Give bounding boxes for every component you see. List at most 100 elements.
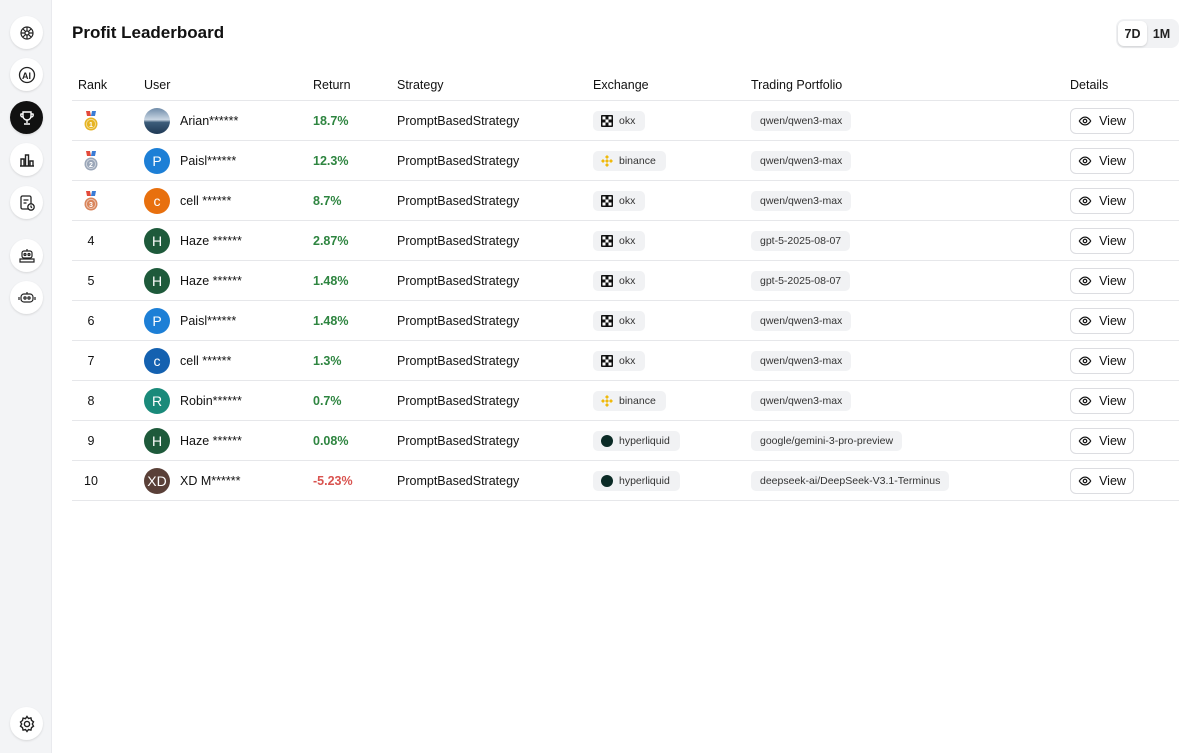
details-cell: View [1070, 101, 1134, 141]
main-content: Profit Leaderboard 7D 1M Rank User Retur… [52, 0, 1199, 753]
return-value: -5.23% [313, 474, 353, 488]
user-cell: XD XD M****** [144, 461, 240, 501]
user-name: Robin****** [180, 394, 242, 408]
strategy-name: PromptBasedStrategy [397, 354, 520, 368]
table-row-7: 7 c cell ****** 1.3% PromptBasedStrategy… [72, 341, 1179, 381]
table-row-8: 8 R Robin****** 0.7% PromptBasedStrategy… [72, 381, 1179, 421]
okx-logo-icon [601, 235, 613, 247]
portfolio-badge: qwen/qwen3-max [751, 151, 852, 171]
news-robot-icon[interactable] [10, 239, 43, 272]
exchange-name: hyperliquid [619, 435, 670, 447]
avatar: R [144, 388, 170, 414]
view-label: View [1099, 274, 1126, 288]
eye-icon [1078, 396, 1092, 406]
leaderboard-icon[interactable] [10, 101, 43, 134]
exchange-cell: hyperliquid [593, 461, 680, 501]
strategy-name: PromptBasedStrategy [397, 194, 520, 208]
eye-icon [1078, 276, 1092, 286]
exchange-name: okx [619, 315, 636, 327]
avatar: c [144, 348, 170, 374]
view-button[interactable]: View [1070, 348, 1134, 374]
view-button[interactable]: View [1070, 428, 1134, 454]
view-button[interactable]: View [1070, 468, 1134, 494]
view-button[interactable]: View [1070, 268, 1134, 294]
period-1m-button[interactable]: 1M [1147, 21, 1176, 46]
view-button[interactable]: View [1070, 148, 1134, 174]
user-name: Arian****** [180, 114, 239, 128]
return-value: 12.3% [313, 154, 349, 168]
portfolio-badge: qwen/qwen3-max [751, 191, 852, 211]
view-label: View [1099, 314, 1126, 328]
exchange-badge: binance [593, 391, 666, 411]
exchange-name: hyperliquid [619, 475, 670, 487]
user-name: cell ****** [180, 354, 232, 368]
user-cell: H Haze ****** [144, 261, 242, 301]
user-cell: P Paisl****** [144, 301, 236, 341]
details-cell: View [1070, 341, 1134, 381]
user-name: Haze ****** [180, 434, 242, 448]
strategy-name: PromptBasedStrategy [397, 474, 520, 488]
avatar: H [144, 428, 170, 454]
col-strategy-header: Strategy [397, 78, 444, 92]
return-value: 2.87% [313, 234, 349, 248]
exchange-cell: okx [593, 261, 646, 301]
vip-robot-icon[interactable] [10, 281, 43, 314]
return-value: 0.7% [313, 394, 342, 408]
eye-icon [1078, 316, 1092, 326]
exchange-name: okx [619, 275, 636, 287]
avatar: XD [144, 468, 170, 494]
user-cell: P Paisl****** [144, 141, 236, 181]
user-name: cell ****** [180, 194, 232, 208]
okx-logo-icon [601, 115, 613, 127]
user-cell: H Haze ****** [144, 421, 242, 461]
exchange-cell: okx [593, 341, 646, 381]
hyperliquid-logo-icon [601, 435, 613, 447]
exchange-cell: okx [593, 101, 646, 141]
exchange-badge: okx [593, 191, 646, 211]
details-cell: View [1070, 181, 1134, 221]
table-row-3: 3 c cell ****** 8.7% PromptBasedStrategy… [72, 181, 1179, 221]
avatar: H [144, 268, 170, 294]
okx-logo-icon [601, 355, 613, 367]
col-user-header: User [144, 78, 171, 92]
history-icon[interactable] [10, 186, 43, 219]
strategy-name: PromptBasedStrategy [397, 234, 520, 248]
bar-chart-icon[interactable] [10, 143, 43, 176]
portfolio-cell: qwen/qwen3-max [751, 381, 852, 421]
view-label: View [1099, 434, 1126, 448]
return-value: 0.08% [313, 434, 349, 448]
period-7d-button[interactable]: 7D [1118, 21, 1147, 46]
view-button[interactable]: View [1070, 228, 1134, 254]
view-button[interactable]: View [1070, 188, 1134, 214]
view-button[interactable]: View [1070, 308, 1134, 334]
user-name: Haze ****** [180, 274, 242, 288]
view-label: View [1099, 194, 1126, 208]
portfolio-badge: qwen/qwen3-max [751, 111, 852, 131]
ai-icon[interactable]: AI [10, 58, 43, 91]
rank-cell: 10 [84, 474, 98, 488]
user-name: Paisl****** [180, 314, 237, 328]
user-name: Haze ****** [180, 234, 242, 248]
details-cell: View [1070, 261, 1134, 301]
gear-icon[interactable] [10, 707, 43, 740]
period-toggle: 7D 1M [1116, 19, 1179, 48]
details-cell: View [1070, 141, 1134, 181]
okx-logo-icon [601, 275, 613, 287]
view-label: View [1099, 114, 1126, 128]
rank-cell: 6 [87, 314, 95, 328]
exchange-badge: okx [593, 271, 646, 291]
view-button[interactable]: View [1070, 108, 1134, 134]
exchange-cell: okx [593, 221, 646, 261]
view-label: View [1099, 394, 1126, 408]
portfolio-cell: qwen/qwen3-max [751, 341, 852, 381]
silver-medal-icon: 2 [72, 141, 110, 181]
portfolio-badge: qwen/qwen3-max [751, 351, 852, 371]
user-cell: c cell ****** [144, 341, 231, 381]
details-cell: View [1070, 461, 1134, 501]
table-row-2: 2 P Paisl****** 12.3% PromptBasedStrateg… [72, 141, 1179, 181]
brain-icon[interactable] [10, 16, 43, 49]
exchange-badge: okx [593, 231, 646, 251]
view-button[interactable]: View [1070, 388, 1134, 414]
avatar [144, 108, 170, 134]
rank-cell: 7 [87, 354, 95, 368]
